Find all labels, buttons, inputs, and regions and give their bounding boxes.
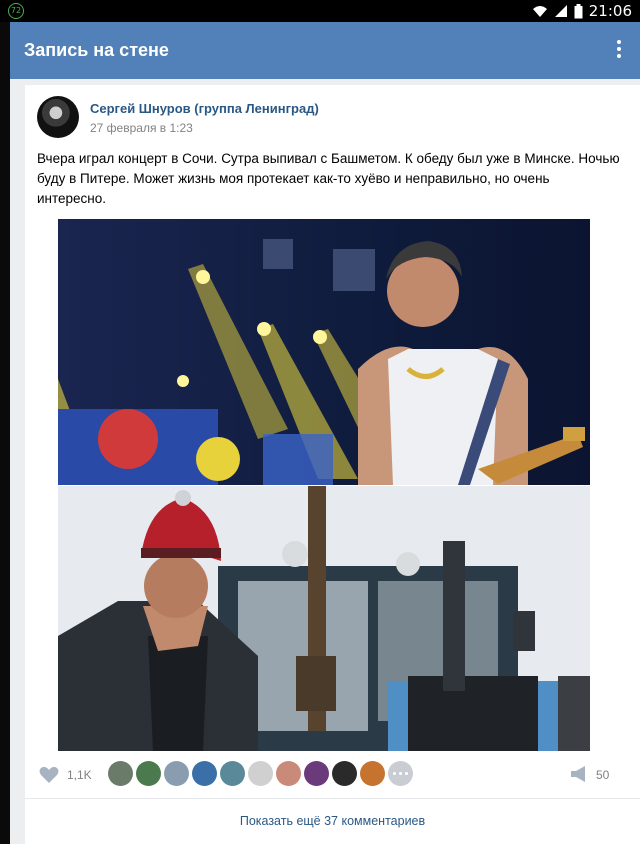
app-bar: Запись на стене [10,22,640,79]
liker-avatar[interactable] [192,761,217,786]
liker-avatar[interactable] [164,761,189,786]
share-count[interactable]: 50 [596,768,609,782]
liker-avatar[interactable] [220,761,245,786]
like-count[interactable]: 1,1K [67,768,92,782]
post-text: Вчера играл концерт в Сочи. Сутра выпива… [37,151,620,206]
liker-avatar[interactable] [108,761,133,786]
liker-avatar[interactable] [332,761,357,786]
battery-icon [574,3,583,18]
tractor-photo[interactable] [58,486,590,751]
status-bar: 72 21:06 [0,0,640,22]
clock: 21:06 [588,2,632,20]
post-date: 27 февраля в 1:23 [90,121,193,135]
heart-icon[interactable] [39,766,59,784]
share-icon[interactable] [570,765,588,783]
wall-post: Сергей Шнуров (группа Ленинград) 27 февр… [25,85,640,844]
avatar[interactable] [37,96,79,138]
divider [25,798,640,799]
post-author-link[interactable]: Сергей Шнуров (группа Ленинград) [90,101,319,116]
post-actions: 1,1K 50 [25,758,640,792]
signal-icon [554,5,567,17]
screen: 72 21:06 Запись на стене Сергей Шнуров (… [0,0,640,844]
notification-icon: 72 [8,3,24,19]
liker-avatar[interactable] [304,761,329,786]
wall-content: Сергей Шнуров (группа Ленинград) 27 февр… [10,79,640,844]
show-more-comments-link[interactable]: Показать ещё 37 комментариев [25,814,640,828]
more-likers-icon[interactable] [388,761,413,786]
more-vertical-icon[interactable] [616,40,622,60]
page-title: Запись на стене [24,40,169,60]
wifi-icon [532,6,547,17]
likers-list[interactable] [108,761,413,786]
liker-avatar[interactable] [248,761,273,786]
liker-avatar[interactable] [276,761,301,786]
liker-avatar[interactable] [360,761,385,786]
liker-avatar[interactable] [136,761,161,786]
concert-photo[interactable] [58,219,590,485]
